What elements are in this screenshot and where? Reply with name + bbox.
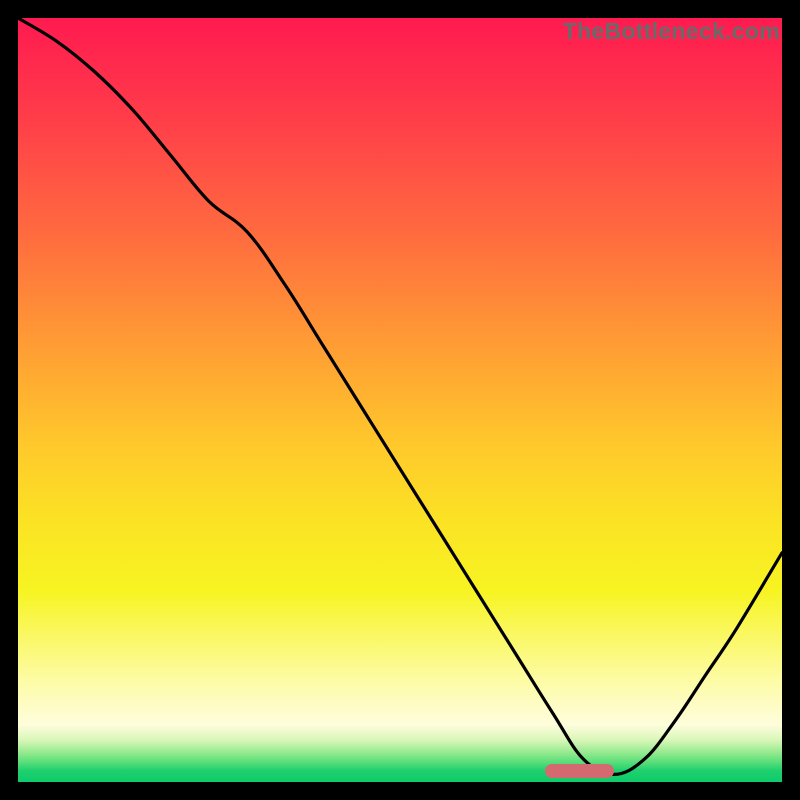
bottleneck-curve (18, 18, 782, 782)
optimum-marker (545, 764, 614, 778)
chart-frame: TheBottleneck.com (14, 14, 786, 786)
chart-area: TheBottleneck.com (18, 18, 782, 782)
